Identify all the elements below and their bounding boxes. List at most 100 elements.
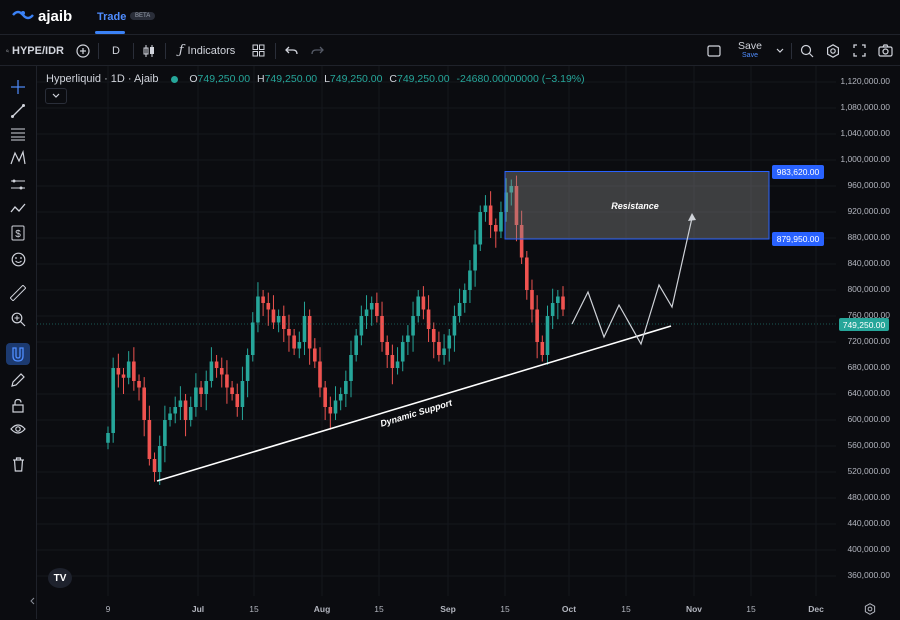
current-price-tag: 749,250.00: [839, 318, 889, 331]
undo-button[interactable]: [282, 36, 300, 65]
save-menu-button[interactable]: [774, 36, 786, 65]
candle-body: [499, 212, 503, 232]
brand-logo[interactable]: ajaib: [12, 8, 72, 25]
candle-body: [297, 342, 302, 349]
layouts-button[interactable]: [249, 36, 267, 65]
price-axis[interactable]: 1,120,000.00 1,080,000.00 1,040,000.00 1,00…: [836, 66, 900, 596]
settings-button[interactable]: [824, 36, 842, 65]
candle-body: [276, 316, 281, 323]
candle-body: [168, 413, 172, 420]
legend-open: 749,250.00: [197, 73, 251, 85]
hide-drawings-tool[interactable]: [6, 418, 30, 440]
fullscreen-select-button[interactable]: [704, 36, 724, 65]
zoom-tool[interactable]: [6, 308, 30, 330]
wave-icon: [10, 203, 26, 213]
price-tick-label: 720,000.00: [847, 336, 890, 346]
collapse-sidebar-handle[interactable]: [28, 590, 36, 612]
fib-tool[interactable]: [6, 123, 30, 145]
legend-change: -24680.00000000 (−3.19%): [456, 73, 585, 85]
projection-tool[interactable]: [6, 174, 30, 196]
quick-search-button[interactable]: [798, 36, 816, 65]
price-tick-label: 640,000.00: [847, 388, 890, 398]
candle-body: [313, 348, 317, 362]
search-icon: [6, 49, 9, 52]
remove-drawings-tool[interactable]: [6, 453, 30, 475]
price-tick-label: 1,040,000.00: [840, 128, 890, 138]
price-tool[interactable]: $: [6, 222, 30, 244]
brand-mark-icon: [12, 8, 34, 25]
magnify-plus-icon: [800, 44, 814, 57]
candle-body: [157, 446, 162, 472]
brush-tool[interactable]: [6, 198, 30, 220]
candle-body: [530, 290, 534, 310]
lock-icon: [12, 398, 24, 413]
candle-body: [183, 400, 188, 420]
screenshot-button[interactable]: [876, 36, 894, 65]
candle-body: [442, 348, 446, 355]
candle-body: [364, 309, 369, 316]
chevron-down-icon: [52, 93, 60, 98]
candle-body: [204, 381, 209, 394]
magnet-tool[interactable]: [6, 343, 30, 365]
axis-settings-button[interactable]: [864, 602, 876, 620]
tradingview-logo[interactable]: TV: [48, 568, 72, 588]
time-tick-label: 15: [621, 604, 631, 614]
chart-toolbar: HYPE/IDR D ƒ Indicators Save Save: [0, 36, 900, 66]
drawing-overlays: [37, 171, 838, 482]
chart-type-button[interactable]: [140, 36, 158, 65]
candle-body: [426, 309, 431, 329]
drawing-toolbar: $: [0, 66, 37, 619]
candle-body: [359, 316, 364, 336]
candle-body: [106, 433, 110, 443]
candle-body: [431, 329, 436, 342]
legend-collapse-button[interactable]: [45, 88, 67, 104]
dollar-icon: $: [11, 225, 25, 241]
legend-close-label: C: [389, 73, 397, 85]
add-symbol-button[interactable]: [74, 36, 92, 65]
candle-body: [354, 335, 358, 355]
divider: [791, 43, 792, 59]
dynamic-support-line: [156, 325, 672, 482]
divider: [275, 43, 276, 59]
redo-icon: [310, 46, 324, 55]
pattern-tool[interactable]: [6, 147, 30, 169]
price-chart[interactable]: Resistance Dynamic Support: [37, 66, 900, 619]
candle-body: [302, 316, 307, 342]
candle-body: [338, 394, 343, 401]
crosshair-tool[interactable]: [6, 76, 30, 98]
candle-body: [483, 205, 488, 212]
candle-body: [550, 303, 555, 316]
save-button[interactable]: Save Save: [734, 36, 766, 65]
price-tick-label: 440,000.00: [847, 518, 890, 528]
resistance-bottom-tag: 879,950.00: [772, 232, 824, 246]
candle-body: [375, 303, 379, 316]
chart-grid: [37, 66, 836, 596]
price-tick-label: 360,000.00: [847, 570, 890, 580]
brand-name: ajaib: [38, 8, 73, 25]
candle-body: [266, 303, 271, 310]
camera-icon: [877, 44, 893, 57]
trend-line-tool[interactable]: [6, 100, 30, 122]
interval-button[interactable]: D: [106, 36, 126, 65]
symbol-search[interactable]: HYPE/IDR: [6, 36, 64, 65]
time-tick-label: Aug: [313, 604, 331, 614]
nav-tab-trade[interactable]: Trade: [97, 11, 126, 23]
candle-body: [292, 335, 296, 349]
time-tick-label: 15: [746, 604, 756, 614]
emoji-tool[interactable]: [6, 248, 30, 270]
candle-body: [395, 361, 400, 368]
lock-drawings-tool[interactable]: [6, 394, 30, 416]
indicators-button[interactable]: ƒ Indicators: [174, 36, 240, 65]
redo-button[interactable]: [308, 36, 326, 65]
price-tick-label: 1,080,000.00: [840, 102, 890, 112]
candle-body: [142, 387, 146, 420]
fullscreen-button[interactable]: [850, 36, 868, 65]
ruler-tool[interactable]: [6, 282, 30, 304]
divider: [133, 43, 134, 59]
candle-body: [256, 296, 260, 323]
stay-drawing-tool[interactable]: [6, 369, 30, 391]
candle-body: [287, 329, 291, 336]
candle-body: [163, 420, 167, 446]
candle-body: [281, 316, 286, 329]
candle-body: [452, 316, 457, 336]
